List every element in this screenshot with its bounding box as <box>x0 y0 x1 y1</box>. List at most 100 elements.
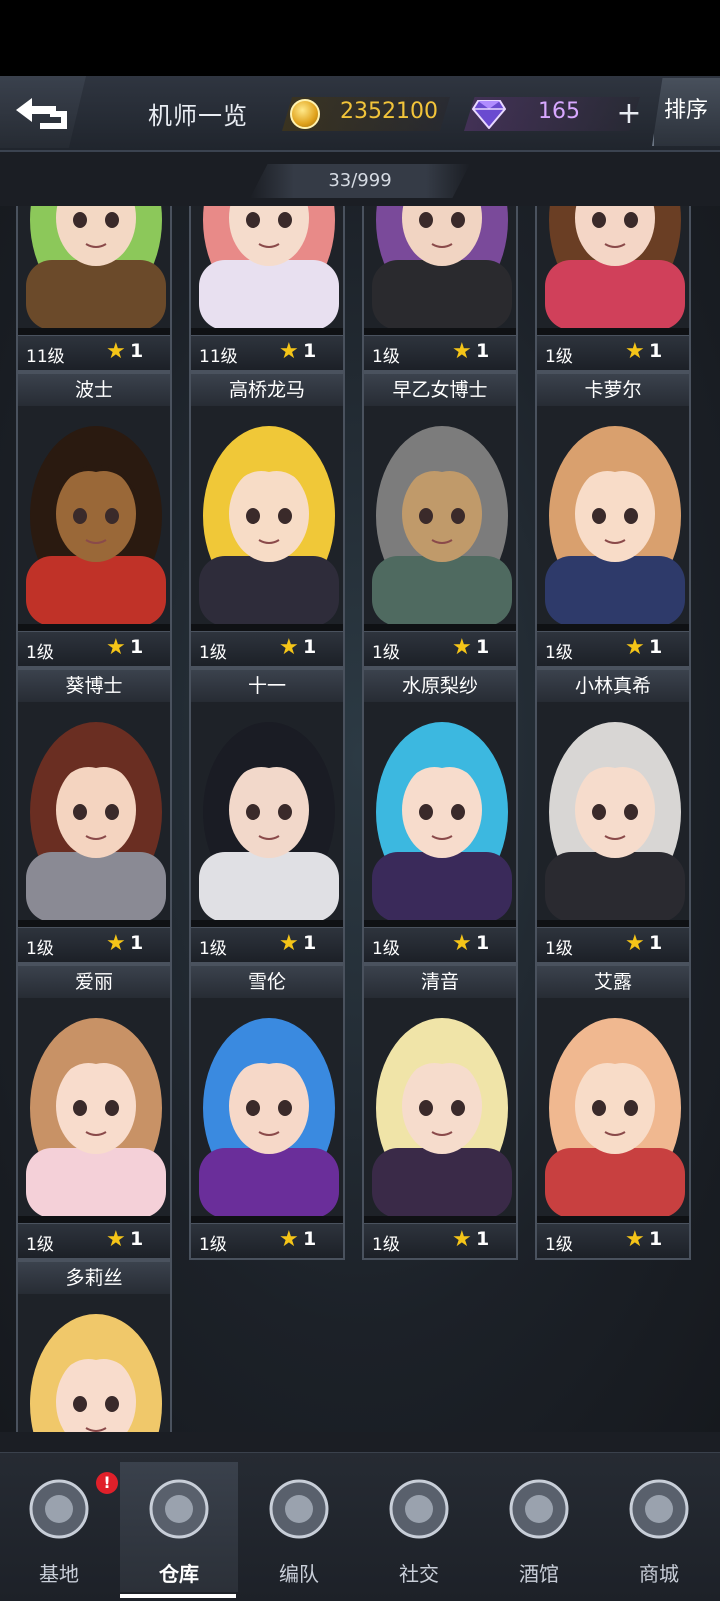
pilot-card[interactable]: 水原梨纱 1级 ★ 1 <box>362 668 518 964</box>
coin-icon <box>290 99 320 129</box>
pilot-stars: 1 <box>649 1228 663 1250</box>
star-icon: ★ <box>106 339 126 364</box>
pilot-portrait <box>364 998 516 1216</box>
pilot-name: 小林真希 <box>537 670 689 702</box>
pilot-portrait <box>364 406 516 624</box>
pilot-portrait <box>18 406 170 624</box>
pilot-card[interactable]: 多莉丝 <box>16 1260 172 1432</box>
pilot-stars: 1 <box>130 932 144 954</box>
nav-label: 基地 <box>39 1562 79 1586</box>
pilot-stars: 1 <box>130 636 144 658</box>
pilot-card[interactable]: 小林真希 1级 ★ 1 <box>535 668 691 964</box>
pilot-info-bar: 1级 ★ 1 <box>364 335 516 370</box>
pilot-level: 1级 <box>545 1235 573 1255</box>
pilot-name: 早乙女博士 <box>364 374 516 406</box>
pilot-card[interactable]: 1级 ★ 1 <box>362 206 518 372</box>
pilot-card[interactable]: 早乙女博士 1级 ★ 1 <box>362 372 518 668</box>
pilot-portrait <box>537 702 689 920</box>
pilot-card[interactable]: 艾露 1级 ★ 1 <box>535 964 691 1260</box>
shop-icon <box>626 1476 692 1542</box>
nav-label: 酒馆 <box>519 1562 559 1586</box>
pilot-info-bar: 1级 ★ 1 <box>364 631 516 666</box>
pilot-stars: 1 <box>476 636 490 658</box>
pilot-info-bar: 1级 ★ 1 <box>191 631 343 666</box>
page-title: 机师一览 <box>148 102 248 130</box>
pilot-name: 雪伦 <box>191 966 343 998</box>
sort-label: 排序 <box>664 98 709 123</box>
home-indicator <box>120 1594 236 1598</box>
pilot-level: 1级 <box>199 939 227 959</box>
star-icon: ★ <box>452 635 472 660</box>
pilot-level: 1级 <box>372 939 400 959</box>
pilot-info-bar: 11级 ★ 1 <box>191 335 343 370</box>
pilot-stars: 1 <box>649 636 663 658</box>
status-bar <box>0 0 720 76</box>
pilot-card[interactable]: 葵博士 1级 ★ 1 <box>16 668 172 964</box>
pilot-info-bar: 1级 ★ 1 <box>537 631 689 666</box>
star-icon: ★ <box>625 1227 645 1252</box>
star-icon: ★ <box>106 931 126 956</box>
star-icon: ★ <box>279 635 299 660</box>
pilot-stars: 1 <box>303 340 317 362</box>
pilot-card[interactable]: 高桥龙马 1级 ★ 1 <box>189 372 345 668</box>
star-icon: ★ <box>625 931 645 956</box>
nav-item-social[interactable]: 社交 <box>360 1462 478 1592</box>
pilot-name: 波士 <box>18 374 170 406</box>
nav-label: 编队 <box>279 1562 319 1586</box>
pilot-portrait <box>18 998 170 1216</box>
pilot-portrait <box>191 206 343 328</box>
pilot-level: 11级 <box>26 347 65 367</box>
warehouse-icon <box>146 1476 212 1542</box>
pilot-name: 艾露 <box>537 966 689 998</box>
pilot-card[interactable]: 爱丽 1级 ★ 1 <box>16 964 172 1260</box>
pilot-name: 葵博士 <box>18 670 170 702</box>
nav-item-warehouse[interactable]: 仓库 <box>120 1462 238 1592</box>
pilot-stars: 1 <box>303 932 317 954</box>
pilot-level: 1级 <box>199 1235 227 1255</box>
pilot-card[interactable]: 十一 1级 ★ 1 <box>189 668 345 964</box>
pilot-info-bar: 1级 ★ 1 <box>191 927 343 962</box>
pilot-stars: 1 <box>303 636 317 658</box>
star-icon: ★ <box>279 931 299 956</box>
nav-item-team[interactable]: 编队 <box>240 1462 358 1592</box>
pilot-stars: 1 <box>130 1228 144 1250</box>
pilot-portrait <box>191 406 343 624</box>
pilot-card[interactable]: 波士 1级 ★ 1 <box>16 372 172 668</box>
star-icon: ★ <box>106 1227 126 1252</box>
star-icon: ★ <box>625 635 645 660</box>
pilot-name: 水原梨纱 <box>364 670 516 702</box>
nav-item-shop[interactable]: 商城 <box>600 1462 718 1592</box>
star-icon: ★ <box>452 339 472 364</box>
pilot-level: 1级 <box>545 643 573 663</box>
star-icon: ★ <box>452 1227 472 1252</box>
pilot-info-bar: 1级 ★ 1 <box>537 927 689 962</box>
team-icon <box>266 1476 332 1542</box>
star-icon: ★ <box>279 1227 299 1252</box>
pilot-stars: 1 <box>649 932 663 954</box>
pilot-card[interactable]: 11级 ★ 1 <box>16 206 172 372</box>
pilot-portrait <box>537 406 689 624</box>
coin-amount: 2352100 <box>340 99 438 124</box>
pilot-card[interactable]: 1级 ★ 1 <box>535 206 691 372</box>
pilot-card[interactable]: 卡萝尔 1级 ★ 1 <box>535 372 691 668</box>
pilot-info-bar: 1级 ★ 1 <box>537 1223 689 1258</box>
pilot-portrait <box>364 206 516 328</box>
add-gems-button[interactable]: + <box>614 99 644 130</box>
pilot-grid[interactable]: 11级 ★ 1 11级 ★ 1 1级 ★ 1 1级 ★ 1 波士 1级 ★ 1 高桥龙马 1级 ★ 1 早乙女博士 1级 ★… <box>0 206 720 1432</box>
pilot-level: 1级 <box>372 1235 400 1255</box>
sort-button[interactable]: 排序 <box>652 78 720 146</box>
pilot-count: 33/999 <box>328 170 392 191</box>
pilot-card[interactable]: 雪伦 1级 ★ 1 <box>189 964 345 1260</box>
pilot-card[interactable]: 清音 1级 ★ 1 <box>362 964 518 1260</box>
pilot-info-bar: 1级 ★ 1 <box>18 927 170 962</box>
star-icon: ★ <box>279 339 299 364</box>
nav-label: 社交 <box>399 1562 439 1586</box>
nav-label: 仓库 <box>159 1562 199 1586</box>
star-icon: ★ <box>625 339 645 364</box>
pilot-name: 高桥龙马 <box>191 374 343 406</box>
pilot-portrait <box>191 998 343 1216</box>
pilot-level: 1级 <box>26 939 54 959</box>
nav-item-tavern[interactable]: 酒馆 <box>480 1462 598 1592</box>
pilot-level: 11级 <box>199 347 238 367</box>
pilot-card[interactable]: 11级 ★ 1 <box>189 206 345 372</box>
